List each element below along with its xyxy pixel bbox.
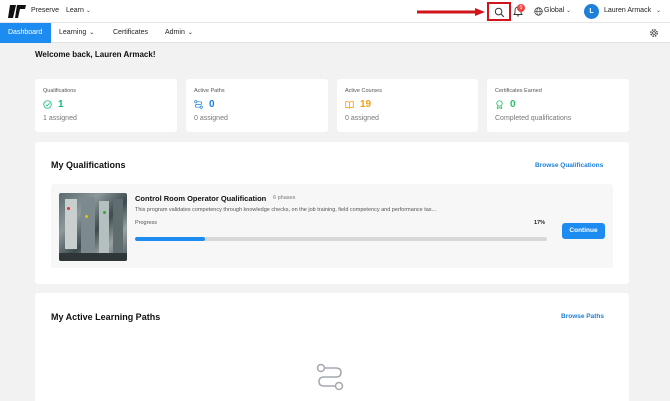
main-nav: Dashboard Learning ⌄ Certificates Admin ⌄: [0, 23, 670, 43]
path-icon: [316, 363, 344, 391]
book-icon: [345, 101, 354, 109]
stat-sub: Completed qualifications: [495, 115, 572, 122]
tab-dashboard-label: Dashboard: [8, 29, 43, 36]
global-selector[interactable]: Global: [544, 7, 564, 14]
stat-card-qualifications[interactable]: Qualifications 1 1 assigned: [35, 79, 177, 132]
learn-menu[interactable]: Learn ⌄: [66, 7, 91, 14]
notification-badge: 0: [517, 4, 525, 12]
progress-percent: 17%: [534, 220, 546, 226]
qualification-card[interactable]: Control Room Operator Qualification 6 ph…: [51, 184, 613, 268]
qualification-title[interactable]: Control Room Operator Qualification: [135, 194, 266, 203]
search-button[interactable]: [487, 2, 511, 21]
stat-value: 0: [510, 99, 516, 110]
stat-sub: 0 assigned: [194, 115, 228, 122]
gear-icon[interactable]: [649, 28, 659, 38]
chevron-down-icon: ⌄: [566, 8, 572, 14]
award-icon: [496, 100, 503, 109]
chevron-down-icon: ⌄: [85, 8, 91, 14]
browse-paths-link[interactable]: Browse Paths: [561, 313, 604, 320]
stat-label: Qualifications: [43, 88, 77, 94]
stat-label: Active Paths: [194, 88, 225, 94]
tab-learning[interactable]: Learning ⌄: [59, 23, 94, 43]
user-menu[interactable]: Lauren Armack: [604, 7, 651, 14]
welcome-heading: Welcome back, Lauren Armack!: [35, 50, 156, 59]
learn-menu-label: Learn: [66, 7, 84, 14]
tab-admin-label: Admin: [165, 29, 185, 36]
top-bar: Preserve Learn ⌄ 0 Global ⌄ L Lauren Arma…: [0, 0, 670, 23]
qualification-description: This program validates competency throug…: [135, 207, 437, 213]
path-icon: [194, 100, 203, 109]
tab-admin[interactable]: Admin ⌄: [165, 23, 193, 43]
annotation-arrow-icon: [417, 8, 485, 16]
stat-card-active-paths[interactable]: Active Paths 0 0 assigned: [186, 79, 328, 132]
progress-bar-fill: [135, 237, 206, 241]
chevron-down-icon: ⌄: [656, 8, 662, 14]
qualification-phases: 6 phases: [273, 195, 296, 201]
globe-icon: [534, 7, 543, 16]
continue-button[interactable]: Continue: [562, 223, 605, 239]
brand-name: Preserve: [31, 7, 60, 14]
learning-paths-section: My Active Learning Paths Browse Paths: [35, 293, 629, 401]
section-title: My Qualifications: [51, 160, 126, 170]
qualifications-section: My Qualifications Browse Qualifications …: [35, 142, 629, 284]
browse-qualifications-link[interactable]: Browse Qualifications: [535, 162, 603, 169]
stat-value: 0: [209, 99, 215, 110]
progress-bar: [135, 237, 547, 241]
logo-icon[interactable]: [8, 5, 26, 18]
stat-value: 1: [58, 99, 64, 110]
stat-sub: 0 assigned: [345, 115, 379, 122]
chevron-down-icon: ⌄: [187, 30, 193, 36]
qualification-thumbnail: [59, 193, 127, 261]
avatar[interactable]: L: [584, 4, 599, 19]
stat-value: 19: [360, 99, 372, 110]
stat-label: Active Courses: [345, 88, 382, 94]
stat-label: Certificates Earned: [495, 88, 542, 94]
tab-learning-label: Learning: [59, 29, 87, 36]
tab-certificates-label: Certificates: [113, 29, 149, 36]
search-icon: [494, 7, 505, 18]
progress-label: Progress: [135, 220, 158, 226]
chevron-down-icon: ⌄: [89, 30, 95, 36]
stat-sub: 1 assigned: [43, 115, 77, 122]
stat-card-active-courses[interactable]: Active Courses 19 0 assigned: [337, 79, 478, 132]
tab-dashboard[interactable]: Dashboard: [0, 23, 51, 43]
tab-certificates[interactable]: Certificates: [113, 23, 148, 43]
section-title: My Active Learning Paths: [51, 312, 161, 322]
check-circle-icon: [43, 100, 52, 109]
stat-card-certificates[interactable]: Certificates Earned 0 Completed qualific…: [487, 79, 629, 132]
